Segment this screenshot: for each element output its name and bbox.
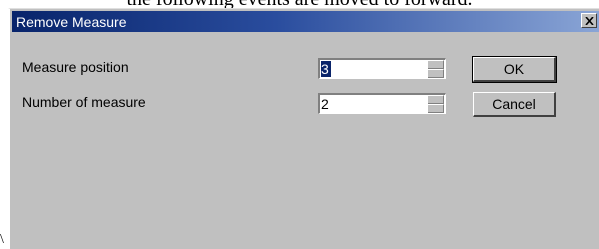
spin-up-button[interactable]	[428, 60, 444, 69]
spin-down-button[interactable]	[428, 104, 444, 113]
spin-up-button[interactable]	[428, 95, 444, 104]
spin-down-button[interactable]	[428, 69, 444, 78]
remove-measure-dialog: Remove Measure Measure position Number o…	[8, 8, 599, 249]
close-button[interactable]	[581, 13, 597, 28]
measure-position-input[interactable]	[321, 61, 331, 77]
dialog-titlebar[interactable]: Remove Measure	[12, 11, 599, 32]
close-icon	[584, 16, 594, 25]
measure-position-field	[318, 58, 446, 79]
number-of-measure-spinner[interactable]	[427, 95, 444, 113]
dialog-title: Remove Measure	[16, 13, 127, 30]
number-of-measure-label: Number of measure	[22, 94, 146, 110]
background-stray-glyph: \	[0, 232, 4, 247]
measure-position-label: Measure position	[22, 59, 129, 75]
number-of-measure-field	[318, 93, 446, 114]
number-of-measure-input[interactable]	[321, 96, 421, 112]
measure-position-spinner[interactable]	[427, 60, 444, 78]
ok-button[interactable]: OK	[472, 56, 557, 83]
cancel-button[interactable]: Cancel	[473, 92, 556, 117]
